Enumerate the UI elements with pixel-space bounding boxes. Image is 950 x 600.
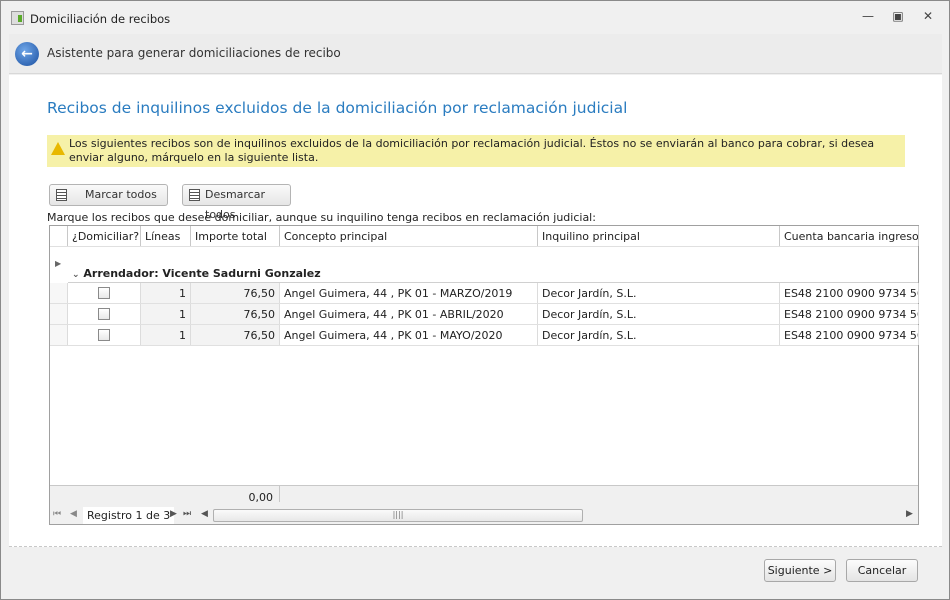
cell-cuenta: ES48 2100 0900 9734 5678 <box>780 304 919 324</box>
window-title: Domiciliación de recibos <box>30 12 171 26</box>
cell-cuenta: ES48 2100 0900 9734 5678 <box>780 283 919 303</box>
cell-indicator <box>50 325 68 345</box>
page-title: Recibos de inquilinos excluidos de la do… <box>47 99 628 117</box>
domiciliar-checkbox[interactable] <box>98 287 110 299</box>
domiciliar-checkbox[interactable] <box>98 329 110 341</box>
list-uncheck-icon <box>189 189 200 201</box>
cell-indicator <box>50 304 68 324</box>
grid-header: ¿Domiciliar? Líneas Importe total Concep… <box>50 226 919 247</box>
window: Domiciliación de recibos — ▣ ✕ ← Asisten… <box>0 0 950 600</box>
table-row[interactable]: 1 76,50 Angel Guimera, 44 , PK 01 - MARZO/… <box>50 283 919 304</box>
next-record-icon[interactable]: ▶ <box>170 509 177 519</box>
cell-concepto: Angel Guimera, 44 , PK 01 - MAYO/2020 <box>280 325 538 345</box>
total-importe: 0,00 <box>191 486 280 504</box>
cell-importe: 76,50 <box>191 304 280 324</box>
cell-inquilino: Decor Jardín, S.L. <box>538 325 780 345</box>
cancel-button[interactable]: Cancelar <box>846 559 918 582</box>
close-button[interactable]: ✕ <box>917 9 939 27</box>
minimize-button[interactable]: — <box>857 9 879 27</box>
cell-lineas: 1 <box>141 283 191 303</box>
warning-banner: Los siguientes recibos son de inquilinos… <box>47 135 905 167</box>
mark-all-label: Marcar todos <box>85 188 157 201</box>
cell-inquilino: Decor Jardín, S.L. <box>538 304 780 324</box>
record-counter: Registro 1 de 3 <box>83 507 175 524</box>
warning-icon <box>51 142 65 155</box>
scroll-left-icon[interactable]: ◀ <box>201 509 208 519</box>
instruction-label: Marque los recibos que desee domiciliar,… <box>47 211 596 224</box>
grid-footer: 0,00 <box>50 485 918 507</box>
col-inquilino[interactable]: Inquilino principal <box>538 226 780 246</box>
list-check-icon <box>56 189 67 201</box>
cell-domiciliar <box>68 304 141 324</box>
prev-record-icon[interactable]: ◀ <box>70 509 77 519</box>
scroll-right-icon[interactable]: ▶ <box>906 509 913 519</box>
mark-all-button[interactable]: Marcar todos <box>49 184 168 206</box>
table-row[interactable]: 1 76,50 Angel Guimera, 44 , PK 01 - MAYO/2… <box>50 325 919 346</box>
maximize-button[interactable]: ▣ <box>887 9 909 27</box>
cell-inquilino: Decor Jardín, S.L. <box>538 283 780 303</box>
row-indicator-icon: ▶ <box>55 259 62 268</box>
domiciliar-checkbox[interactable] <box>98 308 110 320</box>
warning-text: Los siguientes recibos son de inquilinos… <box>69 137 875 164</box>
cell-domiciliar <box>68 325 141 345</box>
cell-importe: 76,50 <box>191 325 280 345</box>
app-icon <box>11 11 24 25</box>
cell-concepto: Angel Guimera, 44 , PK 01 - MARZO/2019 <box>280 283 538 303</box>
col-cuenta[interactable]: Cuenta bancaria ingreso <box>780 226 919 246</box>
cell-concepto: Angel Guimera, 44 , PK 01 - ABRIL/2020 <box>280 304 538 324</box>
cell-lineas: 1 <box>141 304 191 324</box>
grid-navigator: ⏮ ◀ Registro 1 de 3 ▶ ⏭ ◀ |||| ▶ <box>50 507 918 524</box>
group-label: Arrendador: Vicente Sadurni Gonzalez <box>83 267 321 280</box>
cell-domiciliar <box>68 283 141 303</box>
last-record-icon[interactable]: ⏭ <box>183 509 191 519</box>
cell-cuenta: ES48 2100 0900 9734 5678 <box>780 325 919 345</box>
horizontal-scrollbar-thumb[interactable]: |||| <box>213 509 583 522</box>
next-button[interactable]: Siguiente > <box>764 559 836 582</box>
wizard-header: ← Asistente para generar domiciliaciones… <box>9 34 942 74</box>
wizard-title: Asistente para generar domiciliaciones d… <box>47 46 341 60</box>
cell-lineas: 1 <box>141 325 191 345</box>
title-bar: Domiciliación de recibos — ▣ ✕ <box>1 1 949 33</box>
wizard-content: Recibos de inquilinos excluidos de la do… <box>9 75 942 547</box>
col-domiciliar[interactable]: ¿Domiciliar? <box>68 226 141 246</box>
unmark-all-button[interactable]: Desmarcar todos <box>182 184 291 221</box>
col-concepto[interactable]: Concepto principal <box>280 226 538 246</box>
receipts-grid: ¿Domiciliar? Líneas Importe total Concep… <box>49 225 919 525</box>
chevron-down-icon[interactable]: ⌄ <box>72 270 80 280</box>
col-importe[interactable]: Importe total <box>191 226 280 246</box>
cell-indicator <box>50 283 68 303</box>
back-arrow-icon[interactable]: ← <box>15 42 39 66</box>
group-row[interactable]: ⌄ Arrendador: Vicente Sadurni Gonzalez <box>68 264 918 283</box>
table-row[interactable]: 1 76,50 Angel Guimera, 44 , PK 01 - ABRIL/… <box>50 304 919 325</box>
first-record-icon[interactable]: ⏮ <box>53 509 61 519</box>
cell-importe: 76,50 <box>191 283 280 303</box>
col-lineas[interactable]: Líneas <box>141 226 191 246</box>
indicator-header <box>50 226 68 246</box>
